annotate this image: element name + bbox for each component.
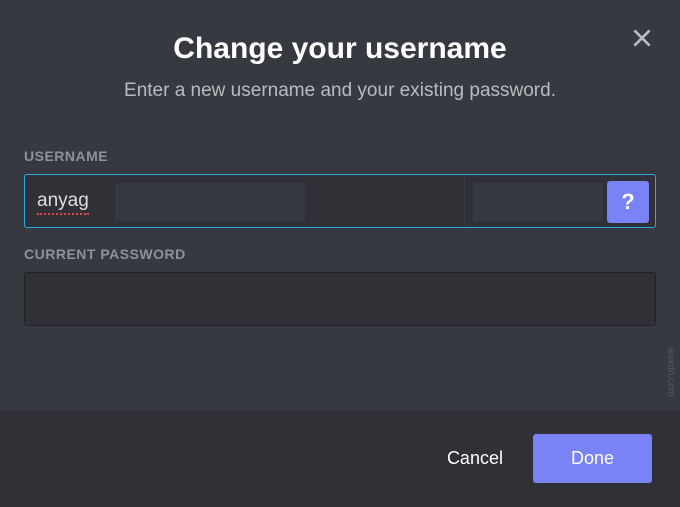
cancel-button[interactable]: Cancel (439, 436, 511, 481)
watermark: wsxdn.com (665, 347, 676, 397)
help-button[interactable]: ? (607, 181, 649, 223)
close-icon (629, 25, 655, 51)
done-button[interactable]: Done (533, 434, 652, 483)
username-field-row[interactable]: anyag ? (24, 174, 656, 228)
password-label: CURRENT PASSWORD (24, 246, 656, 262)
form-area: USERNAME anyag ? CURRENT PASSWORD (0, 122, 680, 410)
username-input-area[interactable]: anyag (25, 175, 465, 227)
modal-footer: Cancel Done (0, 410, 680, 507)
redacted-block (473, 183, 603, 221)
username-label: USERNAME (24, 148, 656, 164)
modal-subtitle: Enter a new username and your existing p… (24, 80, 656, 102)
discriminator-area: ? (465, 175, 655, 227)
redacted-block (115, 183, 305, 221)
username-value: anyag (37, 190, 89, 212)
change-username-modal: Change your username Enter a new usernam… (0, 0, 680, 507)
modal-header: Change your username Enter a new usernam… (0, 0, 680, 122)
close-button[interactable] (628, 24, 656, 52)
modal-title: Change your username (24, 32, 656, 66)
question-icon: ? (621, 189, 634, 215)
password-input[interactable] (24, 272, 656, 326)
